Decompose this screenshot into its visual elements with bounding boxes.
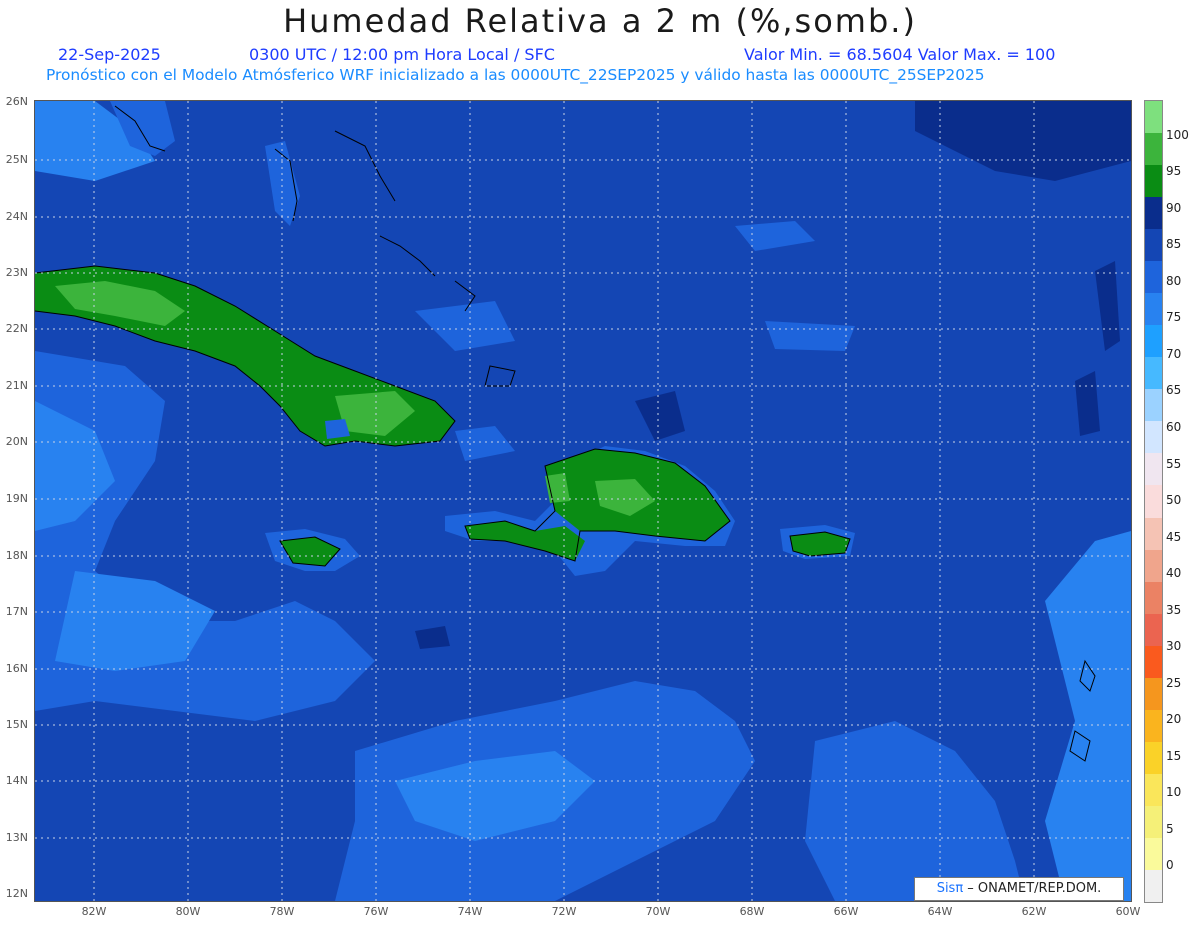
colorbar-segment (1145, 261, 1162, 294)
colorbar-segment (1145, 837, 1162, 871)
colorbar-label-85: 85 (1166, 237, 1182, 251)
lon-label-82w: 82W (81, 905, 107, 918)
forecast-time: 0300 UTC / 12:00 pm Hora Local / SFC (249, 45, 555, 64)
lat-label-25n: 25N (5, 153, 28, 166)
lon-label-78w: 78W (269, 905, 295, 918)
colorbar-label-0: 0 (1166, 858, 1174, 872)
lat-label-13n: 13N (5, 831, 28, 844)
colorbar-label-10: 10 (1166, 785, 1182, 799)
lon-label-68w: 68W (739, 905, 765, 918)
lon-label-70w: 70W (645, 905, 671, 918)
lat-label-15n: 15N (5, 718, 28, 731)
colorbar-label-55: 55 (1166, 457, 1182, 471)
credit-box: Sisπ – ONAMET/REP.DOM. (914, 877, 1124, 901)
colorbar-segment (1145, 613, 1162, 647)
colorbar-segment (1145, 581, 1162, 615)
lat-label-12n: 12N (5, 887, 28, 900)
colorbar-label-75: 75 (1166, 310, 1182, 324)
colorbar-segment (1145, 549, 1162, 583)
lat-label-22n: 22N (5, 322, 28, 335)
forecast-date: 22-Sep-2025 (58, 45, 161, 64)
colorbar-label-25: 25 (1166, 676, 1182, 690)
colorbar-label-50: 50 (1166, 493, 1182, 507)
colorbar-segment (1145, 229, 1162, 262)
colorbar-label-100: 100 (1166, 128, 1189, 142)
colorbar-label-70: 70 (1166, 347, 1182, 361)
colorbar (1144, 100, 1163, 903)
sispi-logo-text: Sisπ (936, 881, 964, 896)
lat-label-17n: 17N (5, 605, 28, 618)
lat-label-18n: 18N (5, 549, 28, 562)
lon-label-60w: 60W (1115, 905, 1141, 918)
lat-label-20n: 20N (5, 435, 28, 448)
colorbar-segment (1145, 645, 1162, 679)
colorbar-segment (1145, 325, 1162, 358)
colorbar-label-15: 15 (1166, 749, 1182, 763)
colorbar-segment (1145, 389, 1162, 422)
credit-text: – ONAMET/REP.DOM. (963, 881, 1102, 896)
colorbar-label-95: 95 (1166, 164, 1182, 178)
colorbar-segment (1145, 357, 1162, 390)
colorbar-segment (1145, 869, 1162, 903)
lon-label-66w: 66W (833, 905, 859, 918)
colorbar-segment (1145, 293, 1162, 326)
colorbar-label-65: 65 (1166, 383, 1182, 397)
forecast-description: Pronóstico con el Modelo Atmósferico WRF… (46, 66, 985, 84)
map-frame (34, 100, 1132, 902)
map-title: Humedad Relativa a 2 m (%,somb.) (283, 2, 917, 40)
colorbar-segment (1145, 421, 1162, 454)
lat-label-21n: 21N (5, 379, 28, 392)
colorbar-segment (1145, 101, 1162, 134)
colorbar-segment (1145, 805, 1162, 839)
colorbar-segment (1145, 517, 1162, 551)
lat-label-16n: 16N (5, 662, 28, 675)
colorbar-segment (1145, 741, 1162, 775)
colorbar-label-40: 40 (1166, 566, 1182, 580)
colorbar-segment (1145, 709, 1162, 743)
colorbar-label-35: 35 (1166, 603, 1182, 617)
colorbar-segment (1145, 133, 1162, 166)
colorbar-segment (1145, 677, 1162, 711)
lon-label-64w: 64W (927, 905, 953, 918)
colorbar-label-30: 30 (1166, 639, 1182, 653)
colorbar-segment (1145, 165, 1162, 198)
lon-label-62w: 62W (1021, 905, 1047, 918)
colorbar-label-20: 20 (1166, 712, 1182, 726)
colorbar-segment (1145, 453, 1162, 486)
lat-label-14n: 14N (5, 774, 28, 787)
lat-label-23n: 23N (5, 266, 28, 279)
colorbar-segment (1145, 485, 1162, 518)
lon-label-74w: 74W (457, 905, 483, 918)
colorbar-segment (1145, 197, 1162, 230)
colorbar-label-5: 5 (1166, 822, 1174, 836)
colorbar-segment (1145, 773, 1162, 807)
lat-label-26n: 26N (5, 95, 28, 108)
lat-label-19n: 19N (5, 492, 28, 505)
value-min-max: Valor Min. = 68.5604 Valor Max. = 100 (744, 45, 1056, 64)
lon-label-80w: 80W (175, 905, 201, 918)
lat-label-24n: 24N (5, 210, 28, 223)
lon-label-72w: 72W (551, 905, 577, 918)
colorbar-label-45: 45 (1166, 530, 1182, 544)
lon-label-76w: 76W (363, 905, 389, 918)
colorbar-label-90: 90 (1166, 201, 1182, 215)
colorbar-label-60: 60 (1166, 420, 1182, 434)
colorbar-label-80: 80 (1166, 274, 1182, 288)
